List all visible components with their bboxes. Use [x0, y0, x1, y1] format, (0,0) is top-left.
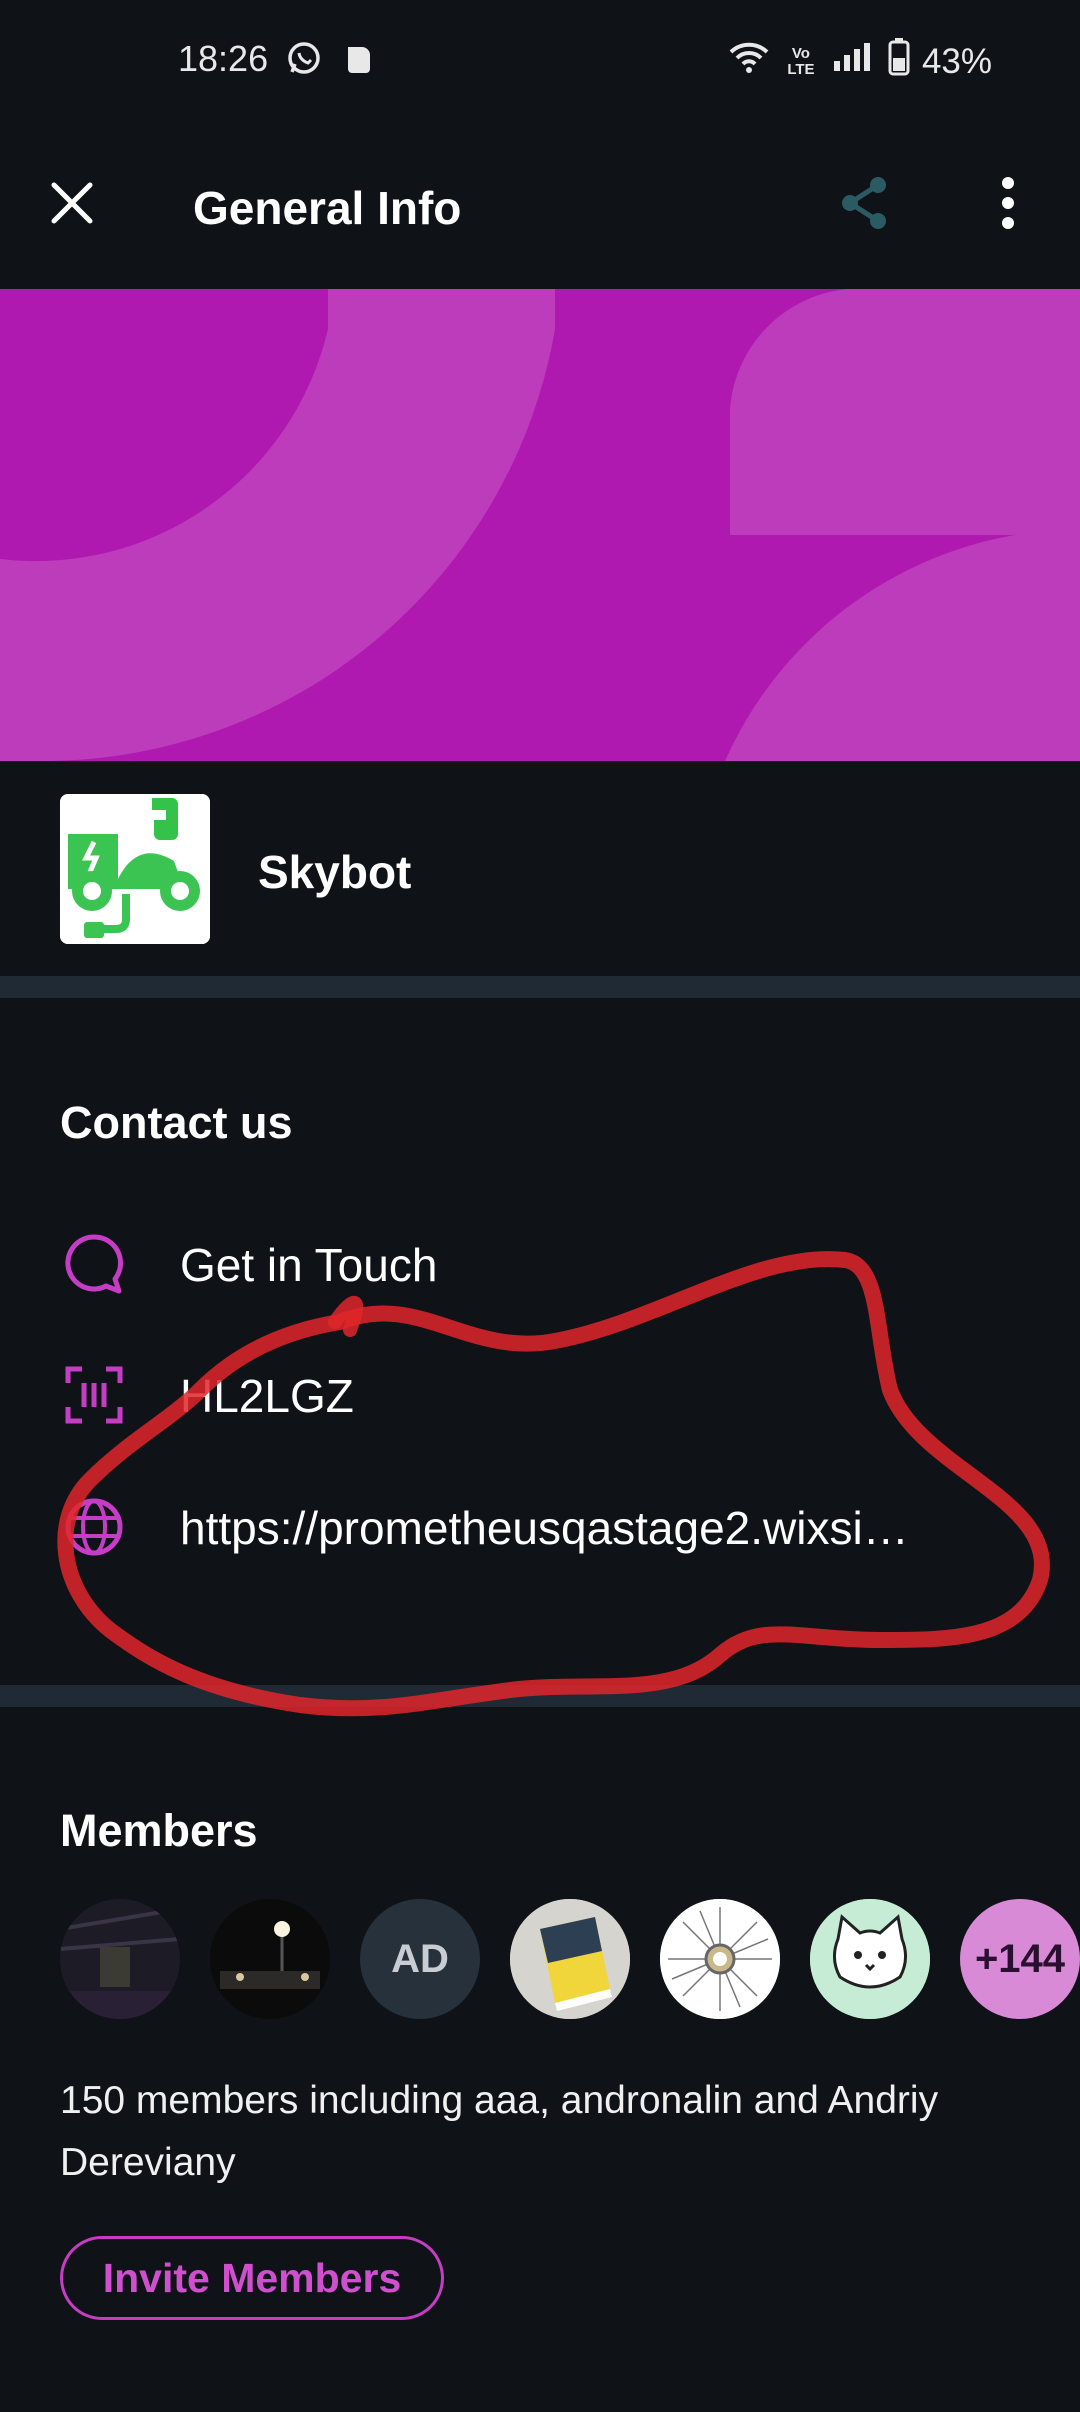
member-avatars[interactable]: AD +144 [60, 1899, 1080, 2021]
member-avatar-photo[interactable] [660, 1899, 780, 2019]
share-icon [838, 175, 890, 236]
section-divider [0, 976, 1080, 998]
group-name: Skybot [258, 846, 412, 898]
volte-icon: Vo LTE [787, 44, 815, 78]
close-icon [50, 181, 94, 230]
page-title: General Info [193, 182, 462, 234]
battery-icon [888, 38, 910, 85]
contact-get-in-touch[interactable]: Get in Touch [0, 1206, 1080, 1316]
members-summary: 150 members including aaa, andronalin an… [60, 2079, 939, 2184]
invite-members-label: Invite Members [102, 2254, 402, 2301]
section-divider [0, 1685, 1080, 1707]
more-options-button[interactable] [980, 167, 1036, 243]
member-avatar-photo[interactable] [810, 1899, 930, 2019]
app-bar: General Info [0, 125, 1080, 289]
globe-icon [62, 1495, 126, 1559]
member-avatar-photo[interactable] [210, 1899, 330, 2019]
system-status: Vo LTE 43% [728, 38, 992, 85]
invite-members-button[interactable]: Invite Members [60, 2236, 444, 2320]
scan-code-icon [62, 1363, 126, 1427]
cover-image [0, 289, 1080, 761]
contact-section-title: Contact us [60, 1097, 293, 1148]
wifi-icon [728, 40, 770, 83]
close-button[interactable] [40, 173, 104, 237]
member-avatar-photo[interactable] [60, 1899, 180, 2019]
group-logo [60, 794, 210, 944]
status-bar: 18:26 Vo LTE 43% [0, 0, 1080, 125]
chat-bubble-icon [62, 1232, 126, 1296]
battery-level: 43% [921, 41, 992, 81]
more-vertical-icon [1001, 176, 1015, 234]
member-avatar-initials[interactable]: AD [360, 1899, 480, 2019]
app-notification-icon [344, 41, 374, 80]
contact-item-label: https://prometheusqastage2.wixsi… [180, 1502, 909, 1554]
more-members-badge[interactable]: +144 [960, 1899, 1080, 2019]
members-section-title: Members [60, 1805, 258, 1856]
signal-icon [832, 41, 876, 82]
status-time: 18:26 [178, 38, 269, 79]
member-avatar-photo[interactable] [510, 1899, 630, 2019]
whatsapp-icon [286, 40, 322, 81]
contact-item-label: HL2LGZ [180, 1370, 354, 1422]
contact-item-label: Get in Touch [180, 1239, 438, 1291]
contact-code[interactable]: HL2LGZ [0, 1337, 1080, 1447]
share-button[interactable] [832, 167, 896, 243]
notification-icons [286, 40, 374, 81]
contact-website-link[interactable]: https://prometheusqastage2.wixsi… [0, 1469, 1080, 1579]
group-header: Skybot [0, 761, 1080, 976]
